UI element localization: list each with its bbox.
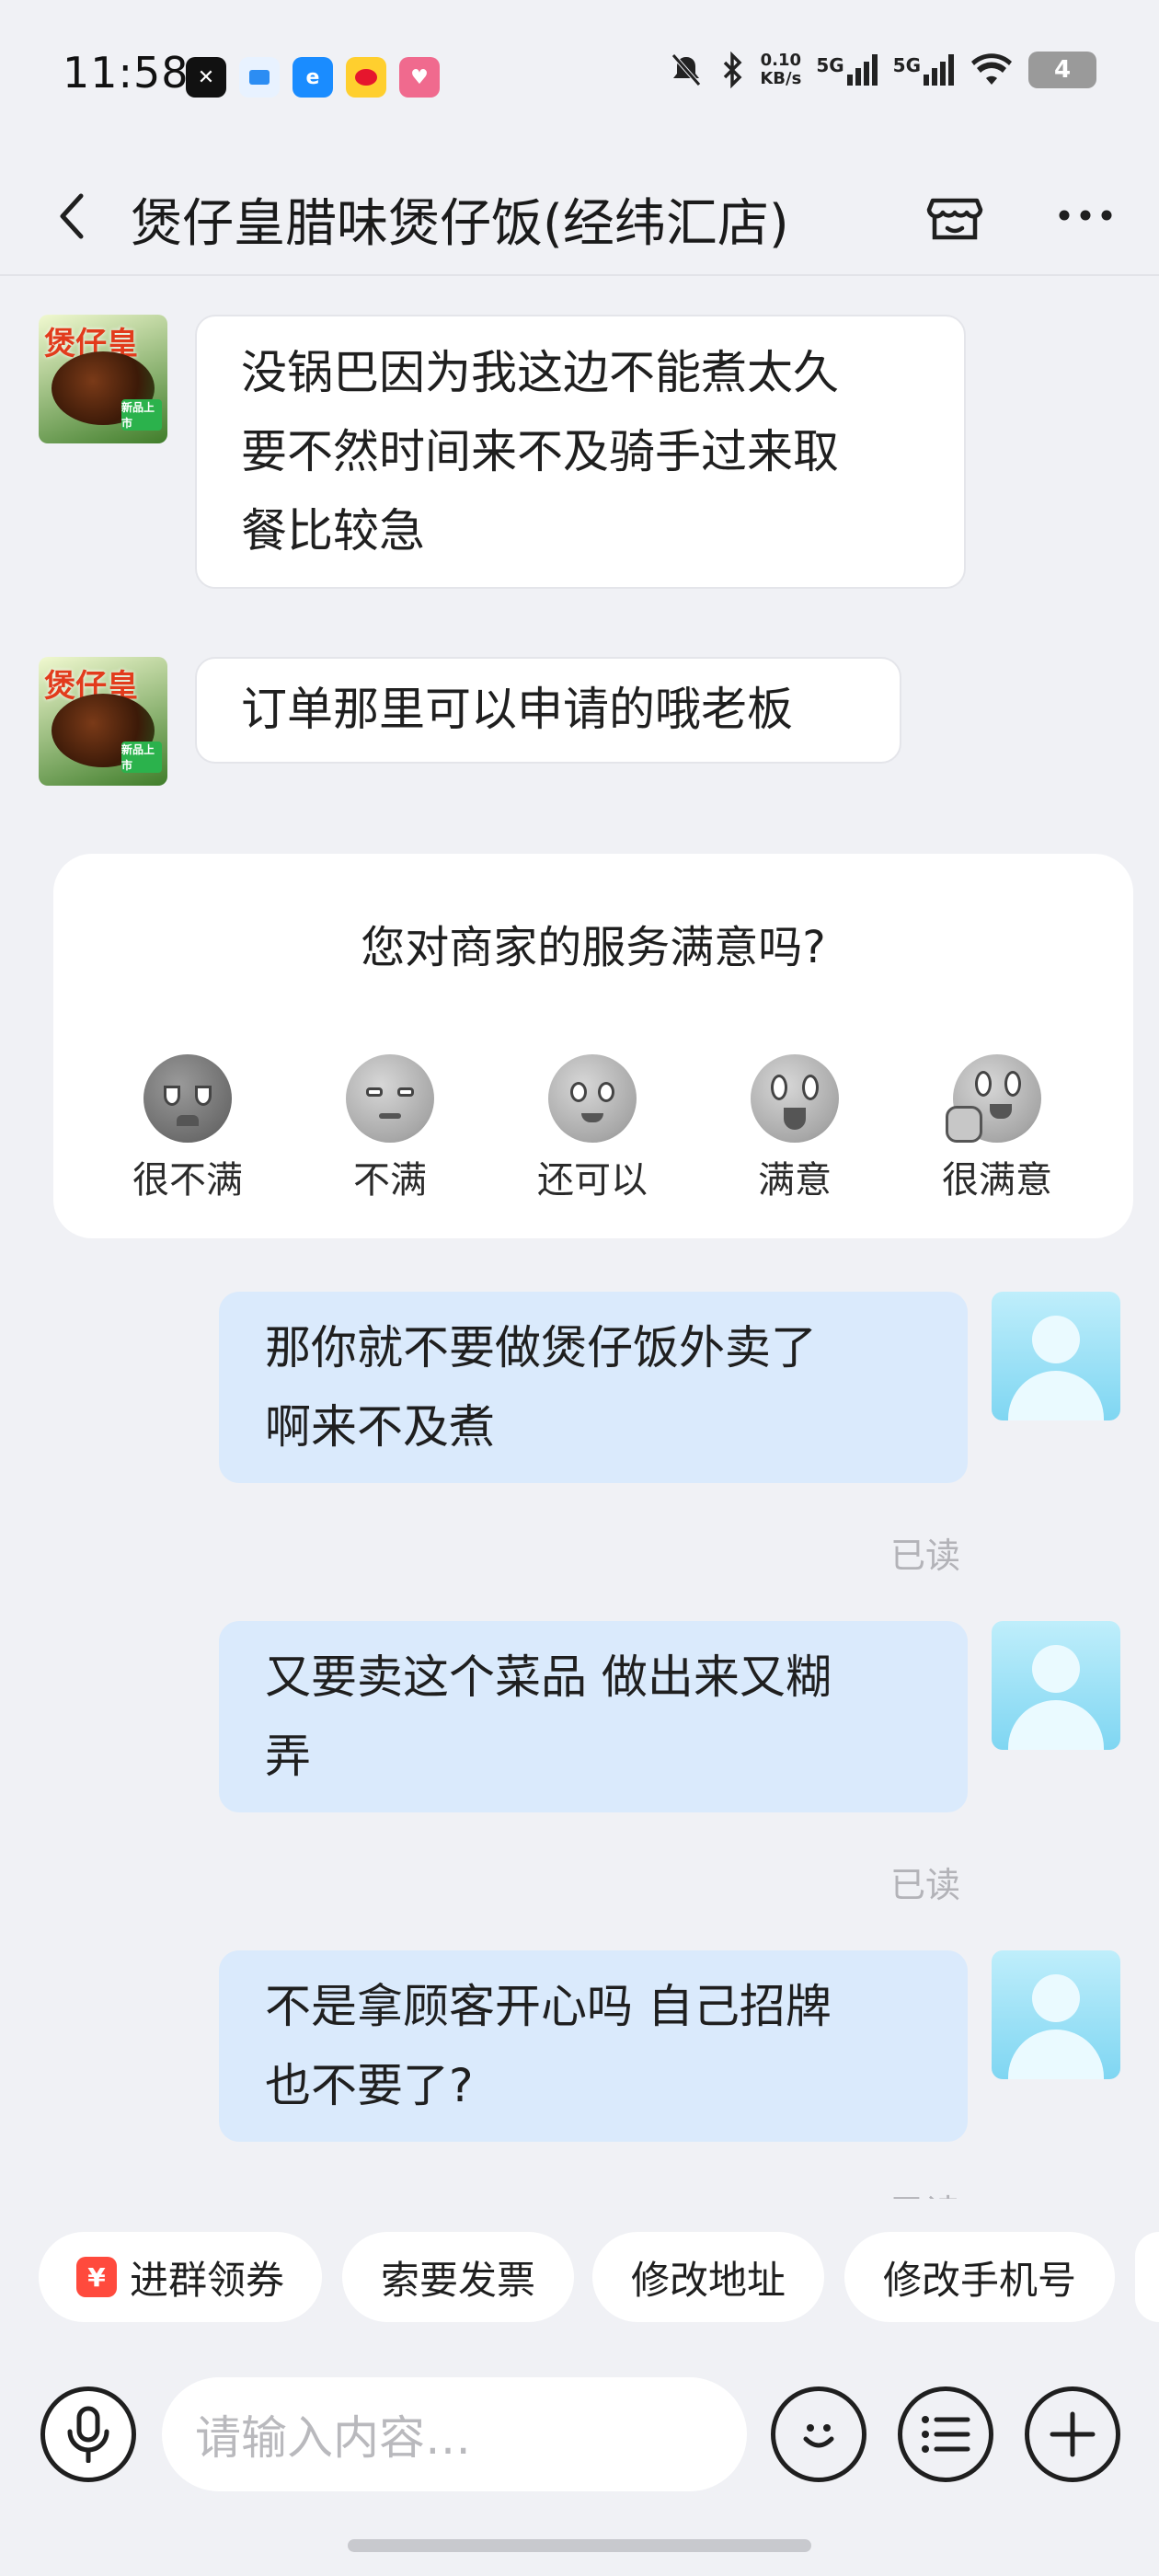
signal-bars-icon [846,54,878,86]
user-avatar[interactable] [992,1950,1120,2079]
join-group-coupon-chip[interactable]: ¥ 进群领券 [39,2232,322,2322]
chevron-left-icon [60,193,84,239]
ele-me-icon: e [293,57,333,98]
user-message-bubble[interactable]: 又要卖这个菜品 做出来又糊 弄 [219,1621,968,1812]
microphone-icon [67,2406,109,2463]
xiaohongshu-icon: ♥ [399,57,440,98]
smiley-icon [803,2424,834,2448]
rating-question: 您对商家的服务满意吗? [361,922,826,973]
capcut-icon: ✕ [186,57,226,98]
user-message-bubble[interactable]: 不是拿顾客开心吗 自己招牌 也不要了? [219,1950,968,2142]
battery-indicator: 4 [1028,52,1096,88]
quick-actions-bar[interactable]: ¥ 进群领券 索要发票 修改地址 修改手机号 [0,2232,1159,2324]
happy-face-icon [751,1054,839,1143]
shop-avatar[interactable]: 煲仔皇 新品上市 [39,315,167,443]
wifi-icon [971,53,1012,85]
list-icon [922,2416,970,2453]
menu-list-button[interactable] [898,2386,993,2482]
voice-input-button[interactable] [40,2386,136,2482]
plus-icon [1050,2411,1096,2457]
unamused-face-icon [346,1054,434,1143]
rating-option-very-satisfied[interactable]: 很满意 [914,1054,1080,1203]
status-bar: 11:58 ✕ e ♥ 0.10 KB/s 5G 5G 4 [0,0,1159,156]
home-indicator[interactable] [348,2539,811,2552]
mute-bell-icon [671,53,702,86]
bluelink-icon [239,57,280,98]
signal-bars-icon [924,54,954,86]
rating-option-very-dissatisfied[interactable]: 很不满 [105,1054,270,1203]
notification-app-icons: ✕ e ♥ [186,57,440,98]
read-status: 已读 [890,1535,961,1576]
signal-1: 5G [816,54,878,86]
rating-option-okay[interactable]: 还可以 [510,1054,675,1203]
user-avatar[interactable] [992,1621,1120,1750]
rating-option-satisfied[interactable]: 满意 [712,1054,878,1203]
more-options-button[interactable] [1050,180,1120,250]
coupon-icon: ¥ [75,2257,117,2297]
signal-2: 5G [893,54,955,86]
add-attachment-button[interactable] [1025,2386,1120,2482]
page-title: 煲仔皇腊味煲仔饭(经纬汇店) [131,194,789,254]
net-speed: 0.10 KB/s [760,51,802,88]
shop-message-bubble[interactable]: 订单那里可以申请的哦老板 [195,657,901,764]
change-address-chip[interactable]: 修改地址 [592,2232,824,2322]
status-time: 11:58 [63,48,189,98]
user-avatar[interactable] [992,1292,1120,1420]
message-input[interactable]: 请输入内容… [162,2377,747,2491]
weibo-icon [346,57,386,98]
back-button[interactable] [44,184,99,248]
emoji-button[interactable] [771,2386,866,2482]
store-button[interactable] [920,180,990,250]
rating-option-dissatisfied[interactable]: 不满 [307,1054,473,1203]
shop-avatar[interactable]: 煲仔皇 新品上市 [39,657,167,786]
read-status: 已读 [890,1865,961,1905]
user-message-bubble[interactable]: 那你就不要做煲仔饭外卖了 啊来不及煮 [219,1292,968,1483]
angry-face-icon [143,1054,232,1143]
request-invoice-chip[interactable]: 索要发票 [342,2232,574,2322]
neutral-smile-face-icon [548,1054,637,1143]
service-rating-card: 您对商家的服务满意吗? 很不满 不满 还可以 满意 很满意 [53,854,1133,1238]
bluetooth-icon [724,52,742,88]
store-icon [926,198,983,240]
thumbs-up-face-icon [946,1054,1041,1143]
chat-header: 煲仔皇腊味煲仔饭(经纬汇店) [0,156,1159,276]
shop-message-bubble[interactable]: 没锅巴因为我这边不能煮太久 要不然时间来不及骑手过来取 餐比较急 [195,315,966,589]
change-phone-chip[interactable]: 修改手机号 [844,2232,1115,2322]
read-status: 已读 [890,2184,960,2199]
more-chip[interactable] [1135,2232,1159,2322]
input-bar: 请输入内容… [0,2355,1159,2512]
system-icons: 0.10 KB/s 5G 5G 4 [668,52,1096,88]
chat-area[interactable]: 煲仔皇 新品上市 没锅巴因为我这边不能煮太久 要不然时间来不及骑手过来取 餐比较… [0,278,1159,2199]
more-dots-icon [1059,210,1112,221]
